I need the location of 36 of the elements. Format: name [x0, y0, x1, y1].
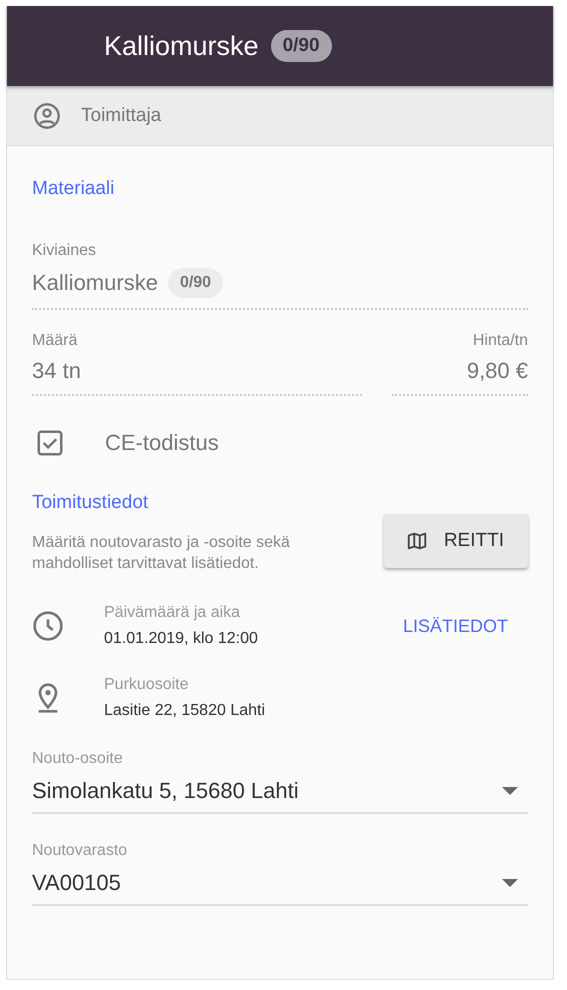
grade-badge: 0/90 — [270, 30, 332, 62]
section-heading: Toimitustiedot — [32, 492, 150, 514]
description-text: Määritä noutovarasto ja -osoite sekä mahdolliset tarvittavat lisätiedot. — [32, 533, 291, 574]
detail-value: 01.01.2019, klo 12:00 — [104, 630, 259, 648]
field-label: Hinta/tn — [472, 332, 528, 350]
price-field[interactable]: Hinta/tn 9,80 € — [392, 332, 528, 396]
dropdown-arrow-icon — [502, 787, 518, 795]
dropdown-field[interactable]: Noutovarasto VA00105 — [32, 842, 528, 906]
detail-value: Lasitie 22, 15820 Lahti — [104, 702, 266, 720]
field-value: VA00105 — [32, 870, 121, 896]
field-value: Kalliomurske — [32, 270, 158, 296]
field-label: Noutovarasto — [32, 842, 128, 860]
clock-icon — [32, 610, 64, 642]
section-heading: Materiaali — [32, 177, 116, 200]
more-info-button[interactable]: LISÄTIEDOT — [402, 616, 508, 636]
supplier-bar[interactable]: Toimittaja — [7, 86, 553, 146]
detail-label: Päivämäärä ja aika — [104, 604, 242, 622]
checkbox[interactable] — [35, 428, 65, 458]
field-label: Kiviaines — [32, 242, 98, 260]
header-title: Kalliomurske — [104, 30, 259, 62]
supplier-label: Toimittaja — [81, 104, 162, 126]
checkbox-label: CE-todistus — [105, 430, 219, 456]
field-label: Nouto-osoite — [32, 750, 124, 768]
aggregate-field[interactable]: Kiviaines Kalliomurske 0/90 — [32, 242, 528, 310]
detail-label: Purkuosoite — [104, 676, 190, 694]
grade-badge: 0/90 — [168, 268, 224, 298]
dropdown-field[interactable]: Nouto-osoite Simolankatu 5, 15680 Lahti — [32, 750, 528, 814]
map-icon — [406, 530, 428, 552]
field-label: Määrä — [32, 332, 78, 350]
field-value: Simolankatu 5, 15680 Lahti — [32, 778, 299, 804]
field-value: 34 tn — [32, 358, 82, 384]
quantity-field[interactable]: Määrä 34 tn — [32, 332, 362, 396]
dropdown-arrow-icon — [502, 879, 518, 887]
route-button[interactable]: REITTI — [384, 514, 528, 568]
field-value: 9,80 € — [466, 358, 528, 384]
account-icon — [33, 102, 61, 130]
